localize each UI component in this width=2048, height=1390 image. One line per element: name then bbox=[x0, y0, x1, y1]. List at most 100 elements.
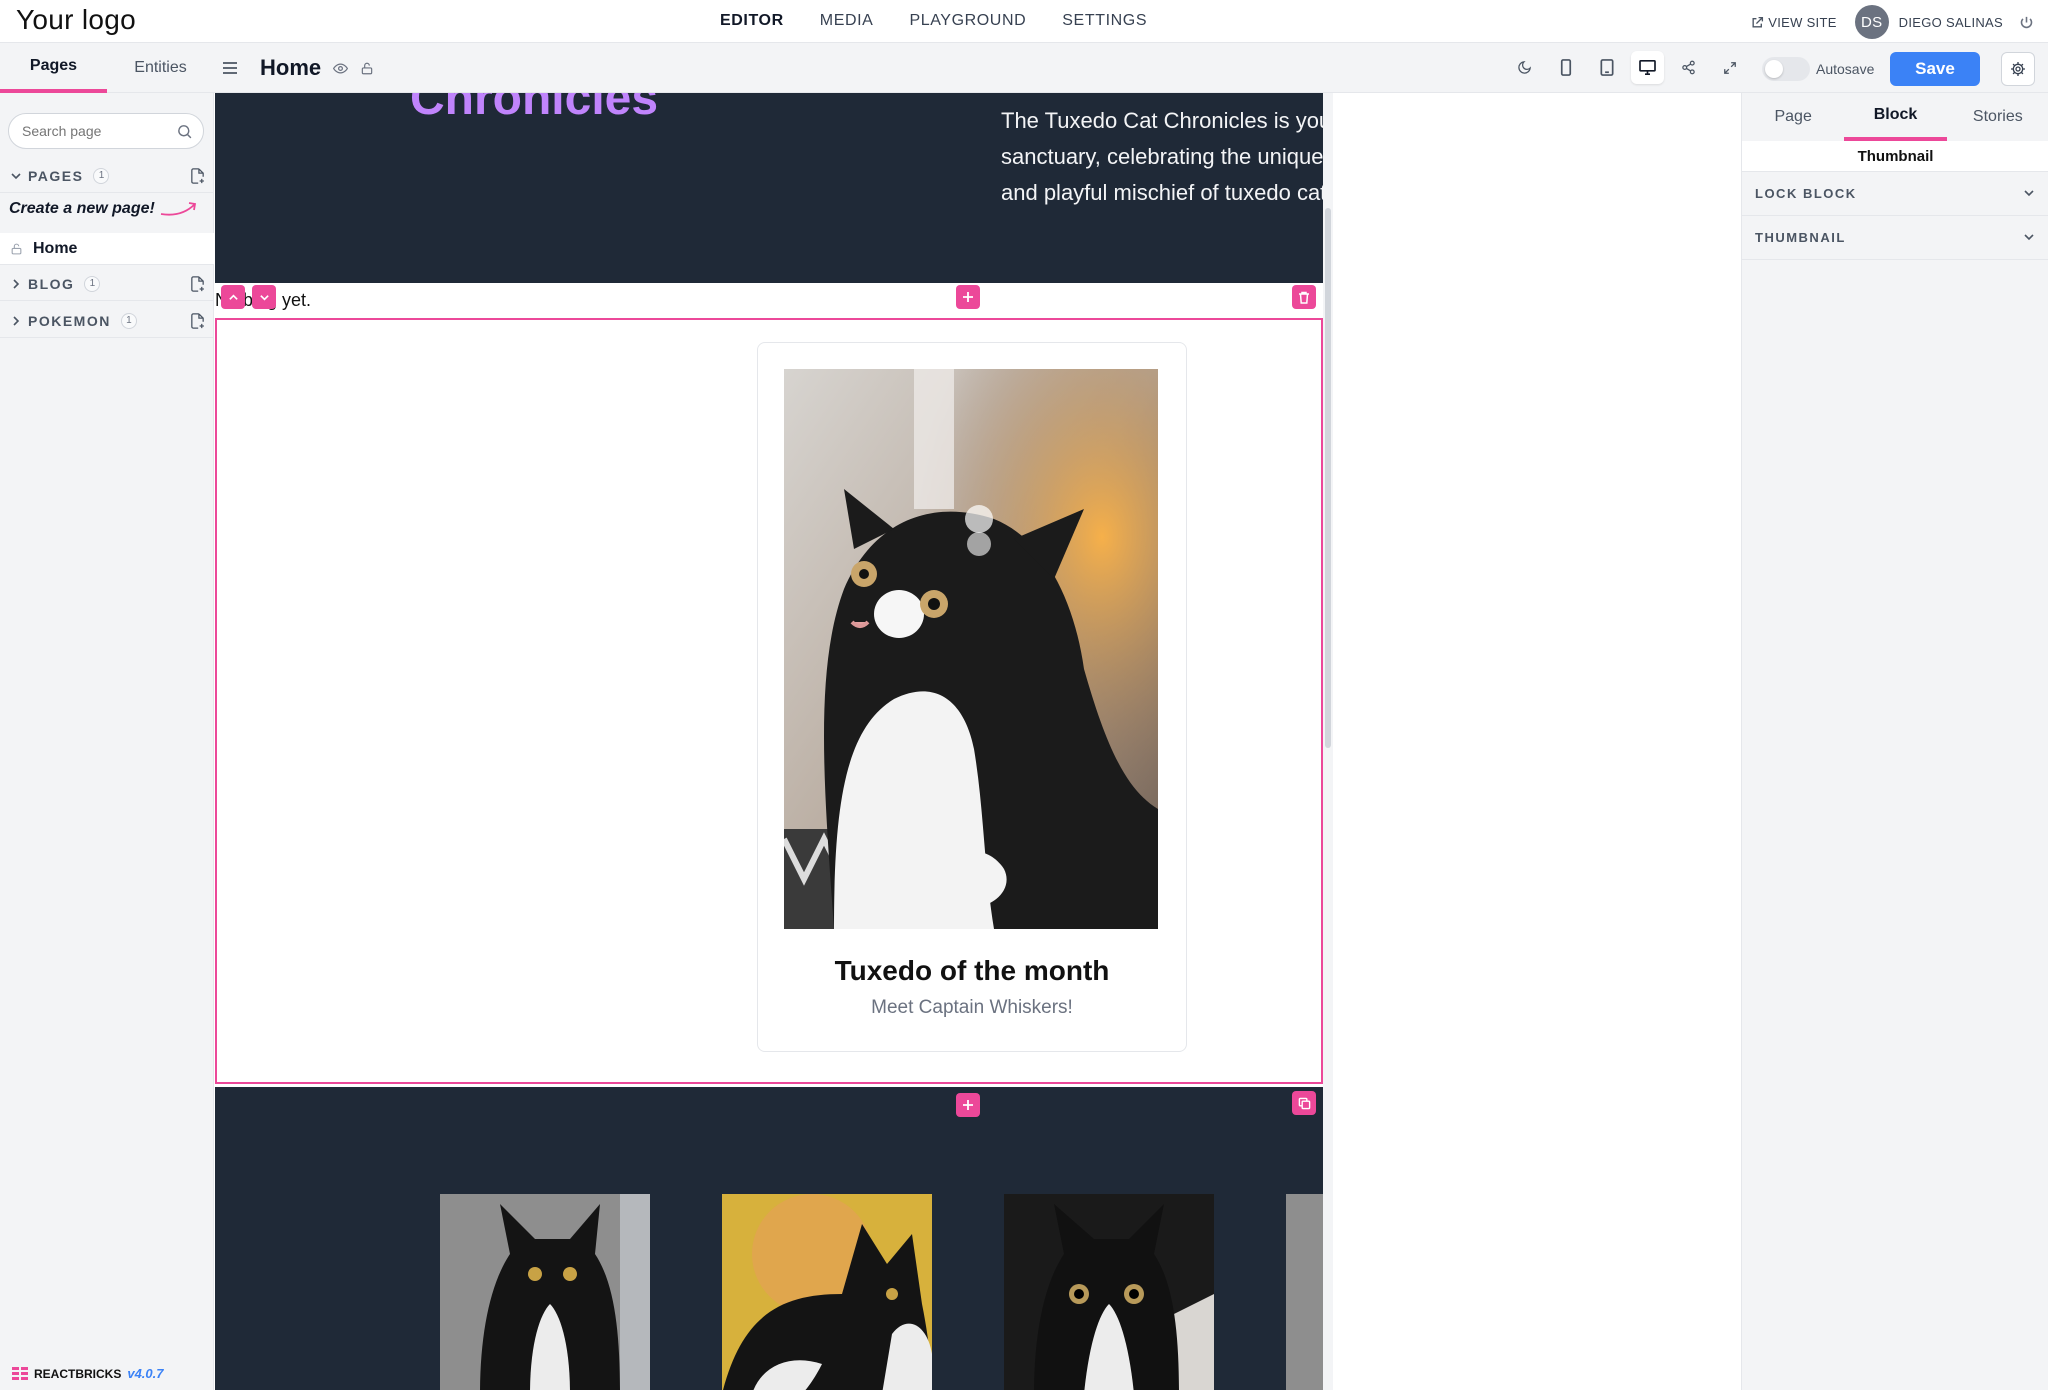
view-site-link[interactable]: VIEW SITE bbox=[1751, 15, 1836, 30]
tab-page[interactable]: Page bbox=[1742, 93, 1844, 141]
nav-media[interactable]: MEDIA bbox=[820, 12, 874, 30]
nav-editor[interactable]: EDITOR bbox=[720, 12, 784, 30]
lock-open-icon[interactable] bbox=[360, 61, 374, 76]
gear-icon bbox=[2011, 62, 2025, 76]
moon-icon bbox=[1518, 61, 1531, 74]
cat-image bbox=[784, 369, 1158, 929]
autosave-label: Autosave bbox=[1816, 61, 1875, 77]
nav-playground[interactable]: PLAYGROUND bbox=[909, 12, 1026, 30]
thumbnail-card[interactable]: Tuxedo of the month Meet Captain Whisker… bbox=[757, 342, 1187, 1052]
chevron-up-icon bbox=[228, 293, 238, 300]
page-header: Home bbox=[222, 43, 374, 93]
autosave-toggle[interactable] bbox=[1762, 57, 1810, 81]
page-item-label: Home bbox=[33, 239, 78, 257]
menu-icon[interactable] bbox=[222, 61, 238, 75]
scrollbar-thumb[interactable] bbox=[1325, 208, 1331, 748]
section-blog[interactable]: BLOG 1 bbox=[0, 267, 214, 301]
accordion-thumbnail[interactable]: THUMBNAIL bbox=[1742, 216, 2048, 260]
gallery-image[interactable] bbox=[440, 1194, 650, 1390]
chevron-right-icon bbox=[13, 278, 20, 289]
section-label: POKEMON bbox=[28, 312, 111, 329]
tab-stories[interactable]: Stories bbox=[1947, 93, 2048, 141]
tab-entities[interactable]: Entities bbox=[107, 43, 214, 93]
selected-thumbnail-block[interactable]: Tuxedo of the month Meet Captain Whisker… bbox=[215, 318, 1323, 1084]
external-link-icon bbox=[1752, 16, 1764, 28]
gallery-image[interactable] bbox=[722, 1194, 932, 1390]
eye-icon[interactable] bbox=[333, 61, 349, 76]
card-title[interactable]: Tuxedo of the month bbox=[758, 955, 1186, 987]
accordion-label: LOCK BLOCK bbox=[1755, 186, 1857, 201]
plus-icon bbox=[963, 1100, 973, 1110]
tablet-view-button[interactable] bbox=[1590, 51, 1623, 84]
accordion-label: THUMBNAIL bbox=[1755, 230, 1846, 245]
fullscreen-button[interactable] bbox=[1713, 51, 1746, 84]
chevron-right-icon bbox=[13, 315, 20, 326]
desktop-view-button[interactable] bbox=[1631, 51, 1664, 84]
section-pokemon[interactable]: POKEMON 1 bbox=[0, 304, 214, 338]
cat-photo[interactable] bbox=[784, 369, 1158, 929]
section-label: PAGES bbox=[28, 167, 84, 184]
dark-mode-button[interactable] bbox=[1508, 51, 1541, 84]
save-button[interactable]: Save bbox=[1890, 52, 1980, 86]
accordion-lock-block[interactable]: LOCK BLOCK bbox=[1742, 172, 2048, 216]
version: v4.0.7 bbox=[127, 1366, 164, 1381]
tab-pages[interactable]: Pages bbox=[0, 43, 107, 93]
left-tabs: Pages Entities bbox=[0, 43, 214, 93]
plus-icon bbox=[963, 292, 973, 302]
avatar[interactable]: DS bbox=[1854, 5, 1889, 39]
gallery-image[interactable] bbox=[1004, 1194, 1214, 1390]
page-item-home[interactable]: Home bbox=[0, 233, 214, 265]
right-tabs: Page Block Stories bbox=[1742, 93, 2048, 141]
share-icon bbox=[1682, 60, 1695, 75]
move-up-button[interactable] bbox=[221, 285, 245, 309]
hero-block[interactable]: Chronicles The Tuxedo Cat Chronicles is … bbox=[215, 93, 1323, 283]
power-icon[interactable] bbox=[2019, 15, 2034, 30]
hero-description[interactable]: The Tuxedo Cat Chronicles is your ultima… bbox=[1001, 103, 1323, 211]
section-count: 1 bbox=[120, 312, 137, 329]
duplicate-block-button[interactable] bbox=[1292, 1091, 1316, 1115]
lock-open-icon bbox=[11, 243, 22, 254]
page-canvas: Chronicles The Tuxedo Cat Chronicles is … bbox=[215, 93, 1323, 1390]
card-subtitle[interactable]: Meet Captain Whiskers! bbox=[758, 997, 1186, 1019]
new-page-icon[interactable] bbox=[189, 275, 206, 293]
section-pages[interactable]: PAGES 1 bbox=[0, 159, 214, 193]
tablet-icon bbox=[1599, 59, 1614, 76]
device-tools bbox=[1508, 51, 1746, 84]
selected-block-name: Thumbnail bbox=[1742, 141, 2048, 172]
canvas-scrollbar[interactable] bbox=[1323, 93, 1333, 1390]
create-page-hint: Create a new page! bbox=[9, 200, 199, 218]
user-name: DIEGO SALINAS bbox=[1898, 14, 2003, 30]
footer-brand: REACTBRICKS v4.0.7 bbox=[12, 1366, 164, 1381]
add-block-above-button[interactable] bbox=[956, 285, 980, 309]
mobile-view-button[interactable] bbox=[1549, 51, 1582, 84]
hero-title-fragment: Chronicles bbox=[410, 93, 659, 125]
chevron-down-icon bbox=[11, 172, 21, 179]
gallery-block[interactable] bbox=[215, 1087, 1323, 1390]
section-count: 1 bbox=[84, 275, 101, 292]
new-page-icon[interactable] bbox=[189, 312, 206, 330]
trash-icon bbox=[1299, 291, 1309, 304]
logo[interactable]: Your logo bbox=[16, 4, 136, 36]
gallery-image[interactable] bbox=[1286, 1194, 1323, 1390]
search-input[interactable] bbox=[22, 123, 172, 139]
arrow-hint-icon bbox=[161, 202, 197, 216]
expand-icon bbox=[1723, 61, 1736, 74]
section-label: BLOG bbox=[28, 275, 75, 292]
delete-block-button[interactable] bbox=[1292, 285, 1316, 309]
editor-toolbar: Pages Entities Home Autosave Save bbox=[0, 43, 2048, 93]
search-icon[interactable] bbox=[176, 123, 193, 140]
user-area: VIEW SITE DS DIEGO SALINAS bbox=[1751, 5, 2034, 39]
tab-block[interactable]: Block bbox=[1844, 93, 1947, 141]
search-box bbox=[8, 113, 204, 149]
create-hint-text: Create a new page! bbox=[9, 200, 155, 218]
move-down-button[interactable] bbox=[252, 285, 276, 309]
add-block-below-button[interactable] bbox=[956, 1093, 980, 1117]
chevron-down-icon bbox=[2024, 190, 2034, 197]
new-page-icon[interactable] bbox=[189, 167, 206, 185]
top-bar: Your logo EDITOR MEDIA PLAYGROUND SETTIN… bbox=[0, 0, 2048, 43]
nav-settings[interactable]: SETTINGS bbox=[1062, 12, 1147, 30]
share-button[interactable] bbox=[1672, 51, 1705, 84]
section-count: 1 bbox=[93, 167, 110, 184]
desktop-icon bbox=[1639, 60, 1656, 75]
page-settings-button[interactable] bbox=[2001, 52, 2035, 86]
